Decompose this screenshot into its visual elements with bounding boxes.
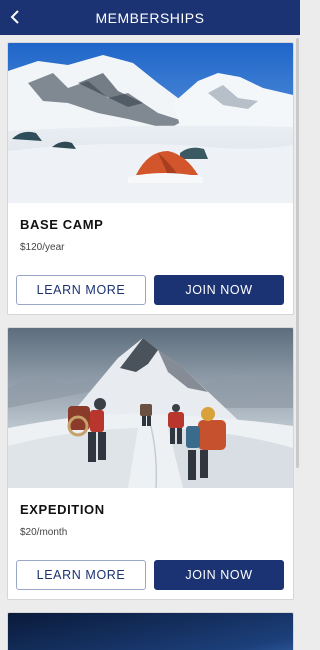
base-camp-image (8, 43, 293, 203)
membership-price: $20/month (20, 527, 68, 538)
join-now-button[interactable]: JOIN NOW (154, 275, 284, 305)
membership-card-base-camp: BASE CAMP $120/year LEARN MORE JOIN NOW (7, 42, 294, 315)
membership-image (8, 613, 293, 650)
back-button[interactable] (4, 6, 26, 28)
membership-list[interactable]: BASE CAMP $120/year LEARN MORE JOIN NOW (0, 35, 300, 650)
expedition-image (8, 328, 293, 488)
join-now-button[interactable]: JOIN NOW (154, 560, 284, 590)
membership-card-expedition: EXPEDITION $20/month LEARN MORE JOIN NOW (7, 327, 294, 600)
chevron-left-icon (10, 10, 19, 24)
learn-more-button[interactable]: LEARN MORE (16, 560, 146, 590)
app-header: MEMBERSHIPS (0, 0, 300, 35)
membership-card-partial (7, 612, 294, 650)
learn-more-button[interactable]: LEARN MORE (16, 275, 146, 305)
membership-title: EXPEDITION (20, 502, 105, 517)
page-title: MEMBERSHIPS (95, 9, 205, 26)
membership-price: $120/year (20, 242, 65, 253)
membership-title: BASE CAMP (20, 217, 104, 232)
scrollbar[interactable] (296, 38, 299, 468)
